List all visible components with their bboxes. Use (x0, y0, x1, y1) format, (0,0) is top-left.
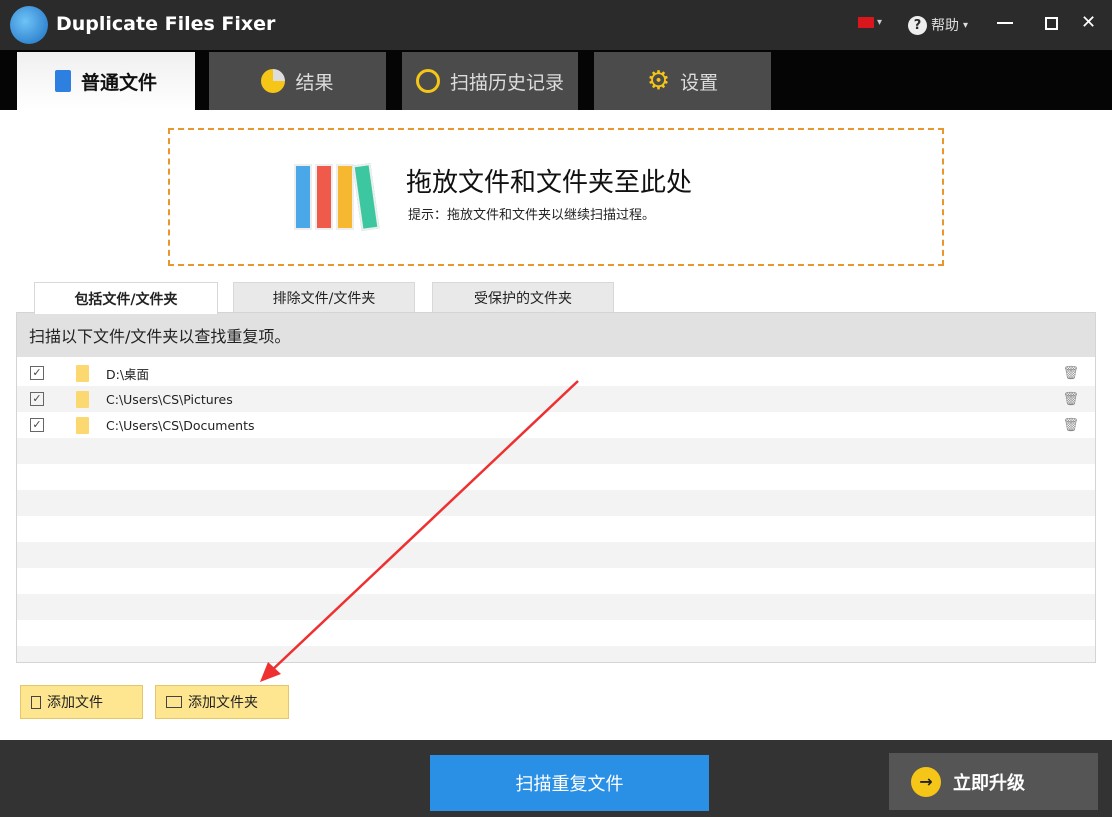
arrow-right-icon: → (911, 766, 941, 797)
footer-bar: 扫描重复文件 → 立即升级 (0, 740, 1112, 817)
button-label: 立即升级 (953, 772, 1025, 794)
scan-duplicates-button[interactable]: 扫描重复文件 (430, 755, 709, 811)
upgrade-button[interactable]: → 立即升级 (889, 753, 1098, 810)
subtab-include[interactable]: 包括文件/文件夹 (34, 282, 218, 314)
annotation-arrow (260, 380, 579, 682)
